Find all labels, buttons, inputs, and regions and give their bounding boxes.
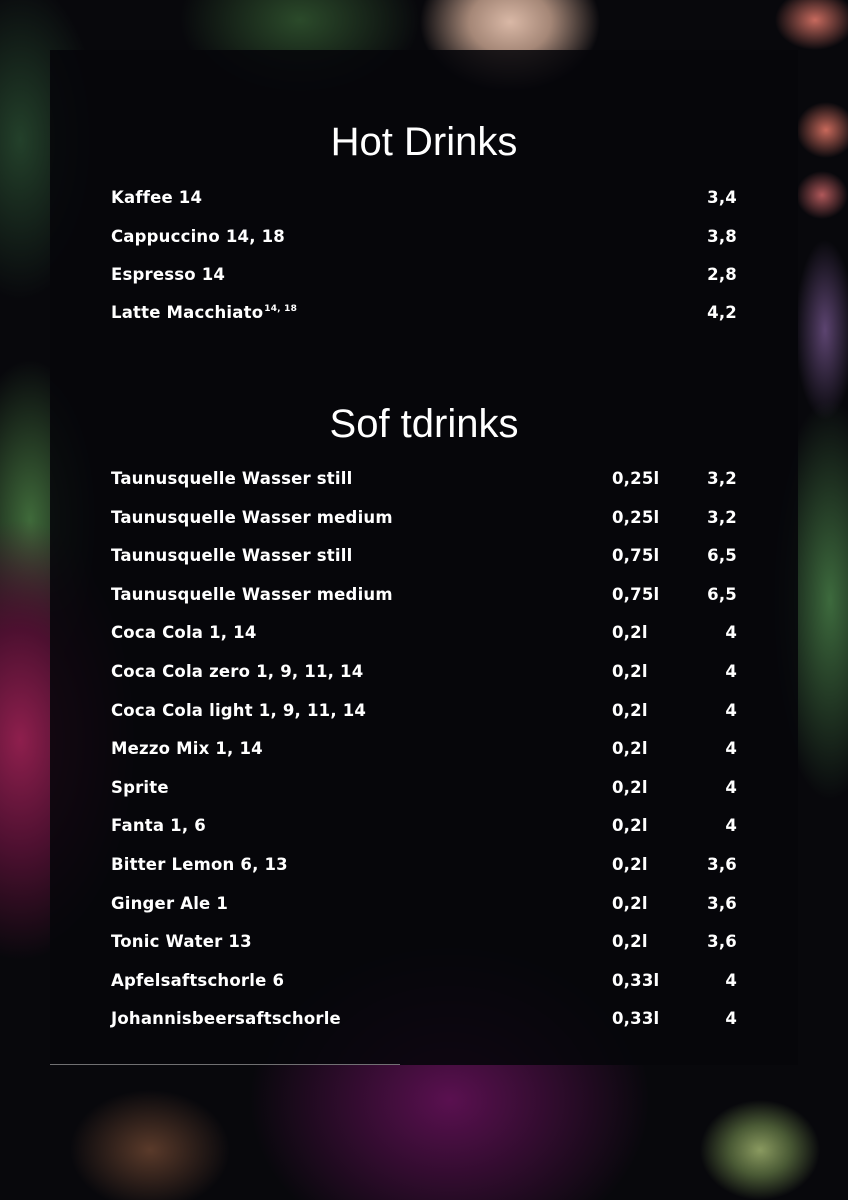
- item-name: Ginger Ale 1: [111, 894, 229, 913]
- item-name: Johannisbeersaftschorle: [111, 1009, 341, 1028]
- menu-item: Taunusquelle Wasser still 0,25l 3,2: [111, 469, 737, 493]
- menu-item: Tonic Water 13 0,2l 3,6: [111, 932, 737, 956]
- item-size: 0,75l: [612, 585, 660, 604]
- menu-item: Espresso 14 2,8: [111, 265, 737, 289]
- item-price: 3,6: [707, 894, 737, 913]
- item-name: Taunusquelle Wasser medium: [111, 585, 393, 604]
- menu-item: Sprite 0,2l 4: [111, 778, 737, 802]
- item-size: 0,2l: [612, 701, 648, 720]
- item-name: Mezzo Mix 1, 14: [111, 739, 263, 758]
- item-name: Fanta 1, 6: [111, 816, 206, 835]
- menu-item: Ginger Ale 1 0,2l 3,6: [111, 894, 737, 918]
- item-allergen-superscript: 14, 18: [264, 304, 298, 314]
- item-size: 0,2l: [612, 894, 648, 913]
- item-price: 4,2: [707, 303, 737, 322]
- item-name: Sprite: [111, 778, 169, 797]
- item-price: 4: [725, 816, 737, 835]
- menu-item: Cappuccino 14, 18 3,8: [111, 227, 737, 251]
- item-name: Tonic Water 13: [111, 932, 252, 951]
- item-name: Taunusquelle Wasser medium: [111, 508, 393, 527]
- item-name: Espresso 14: [111, 265, 226, 284]
- item-price: 3,4: [707, 188, 737, 207]
- item-price: 3,2: [707, 469, 737, 488]
- item-size: 0,2l: [612, 816, 648, 835]
- item-price: 4: [725, 701, 737, 720]
- menu-item: Coca Cola 1, 14 0,2l 4: [111, 623, 737, 647]
- menu-item: Taunusquelle Wasser medium 0,75l 6,5: [111, 585, 737, 609]
- item-price: 3,2: [707, 508, 737, 527]
- menu-item: Coca Cola light 1, 9, 11, 14 0,2l 4: [111, 701, 737, 725]
- item-price: 4: [725, 623, 737, 642]
- menu-item: Coca Cola zero 1, 9, 11, 14 0,2l 4: [111, 662, 737, 686]
- menu-item: Taunusquelle Wasser still 0,75l 6,5: [111, 546, 737, 570]
- menu-item: Kaffee 14 3,4: [111, 188, 737, 212]
- item-size: 0,2l: [612, 932, 648, 951]
- item-size: 0,2l: [612, 855, 648, 874]
- item-price: 3,6: [707, 855, 737, 874]
- menu-item: Bitter Lemon 6, 13 0,2l 3,6: [111, 855, 737, 879]
- item-price: 4: [725, 1009, 737, 1028]
- item-name: Coca Cola 1, 14: [111, 623, 257, 642]
- item-size: 0,75l: [612, 546, 660, 565]
- hot-drinks-heading: Hot Drinks: [330, 120, 518, 164]
- menu-item: Johannisbeersaftschorle 0,33l 4: [111, 1009, 737, 1033]
- menu-item: Taunusquelle Wasser medium 0,25l 3,2: [111, 508, 737, 532]
- item-name: Coca Cola zero 1, 9, 11, 14: [111, 662, 364, 681]
- item-size: 0,2l: [612, 778, 648, 797]
- item-name: Coca Cola light 1, 9, 11, 14: [111, 701, 367, 720]
- item-price: 4: [725, 739, 737, 758]
- item-size: 0,33l: [612, 1009, 660, 1028]
- item-name: Bitter Lemon 6, 13: [111, 855, 288, 874]
- item-size: 0,2l: [612, 739, 648, 758]
- item-price: 6,5: [707, 546, 737, 565]
- item-price: 3,6: [707, 932, 737, 951]
- menu-item: Apfelsaftschorle 6 0,33l 4: [111, 971, 737, 995]
- menu-item: Latte Macchiato14, 18 4,2: [111, 303, 737, 327]
- item-price: 4: [725, 971, 737, 990]
- item-price: 6,5: [707, 585, 737, 604]
- menu-item: Fanta 1, 6 0,2l 4: [111, 816, 737, 840]
- item-size: 0,2l: [612, 662, 648, 681]
- item-name: Taunusquelle Wasser still: [111, 469, 353, 488]
- item-price: 3,8: [707, 227, 737, 246]
- item-size: 0,25l: [612, 508, 660, 527]
- item-price: 4: [725, 662, 737, 681]
- item-price: 4: [725, 778, 737, 797]
- item-size: 0,25l: [612, 469, 660, 488]
- menu-item: Mezzo Mix 1, 14 0,2l 4: [111, 739, 737, 763]
- item-name-text: Latte Macchiato: [111, 303, 264, 322]
- item-name: Latte Macchiato14, 18: [111, 303, 297, 322]
- softdrinks-heading: Sof tdrinks: [329, 402, 519, 446]
- item-size: 0,2l: [612, 623, 648, 642]
- item-name: Taunusquelle Wasser still: [111, 546, 353, 565]
- divider-line: [50, 1064, 400, 1065]
- item-price: 2,8: [707, 265, 737, 284]
- item-name: Apfelsaftschorle 6: [111, 971, 285, 990]
- item-size: 0,33l: [612, 971, 660, 990]
- item-name: Kaffee 14: [111, 188, 203, 207]
- item-name: Cappuccino 14, 18: [111, 227, 285, 246]
